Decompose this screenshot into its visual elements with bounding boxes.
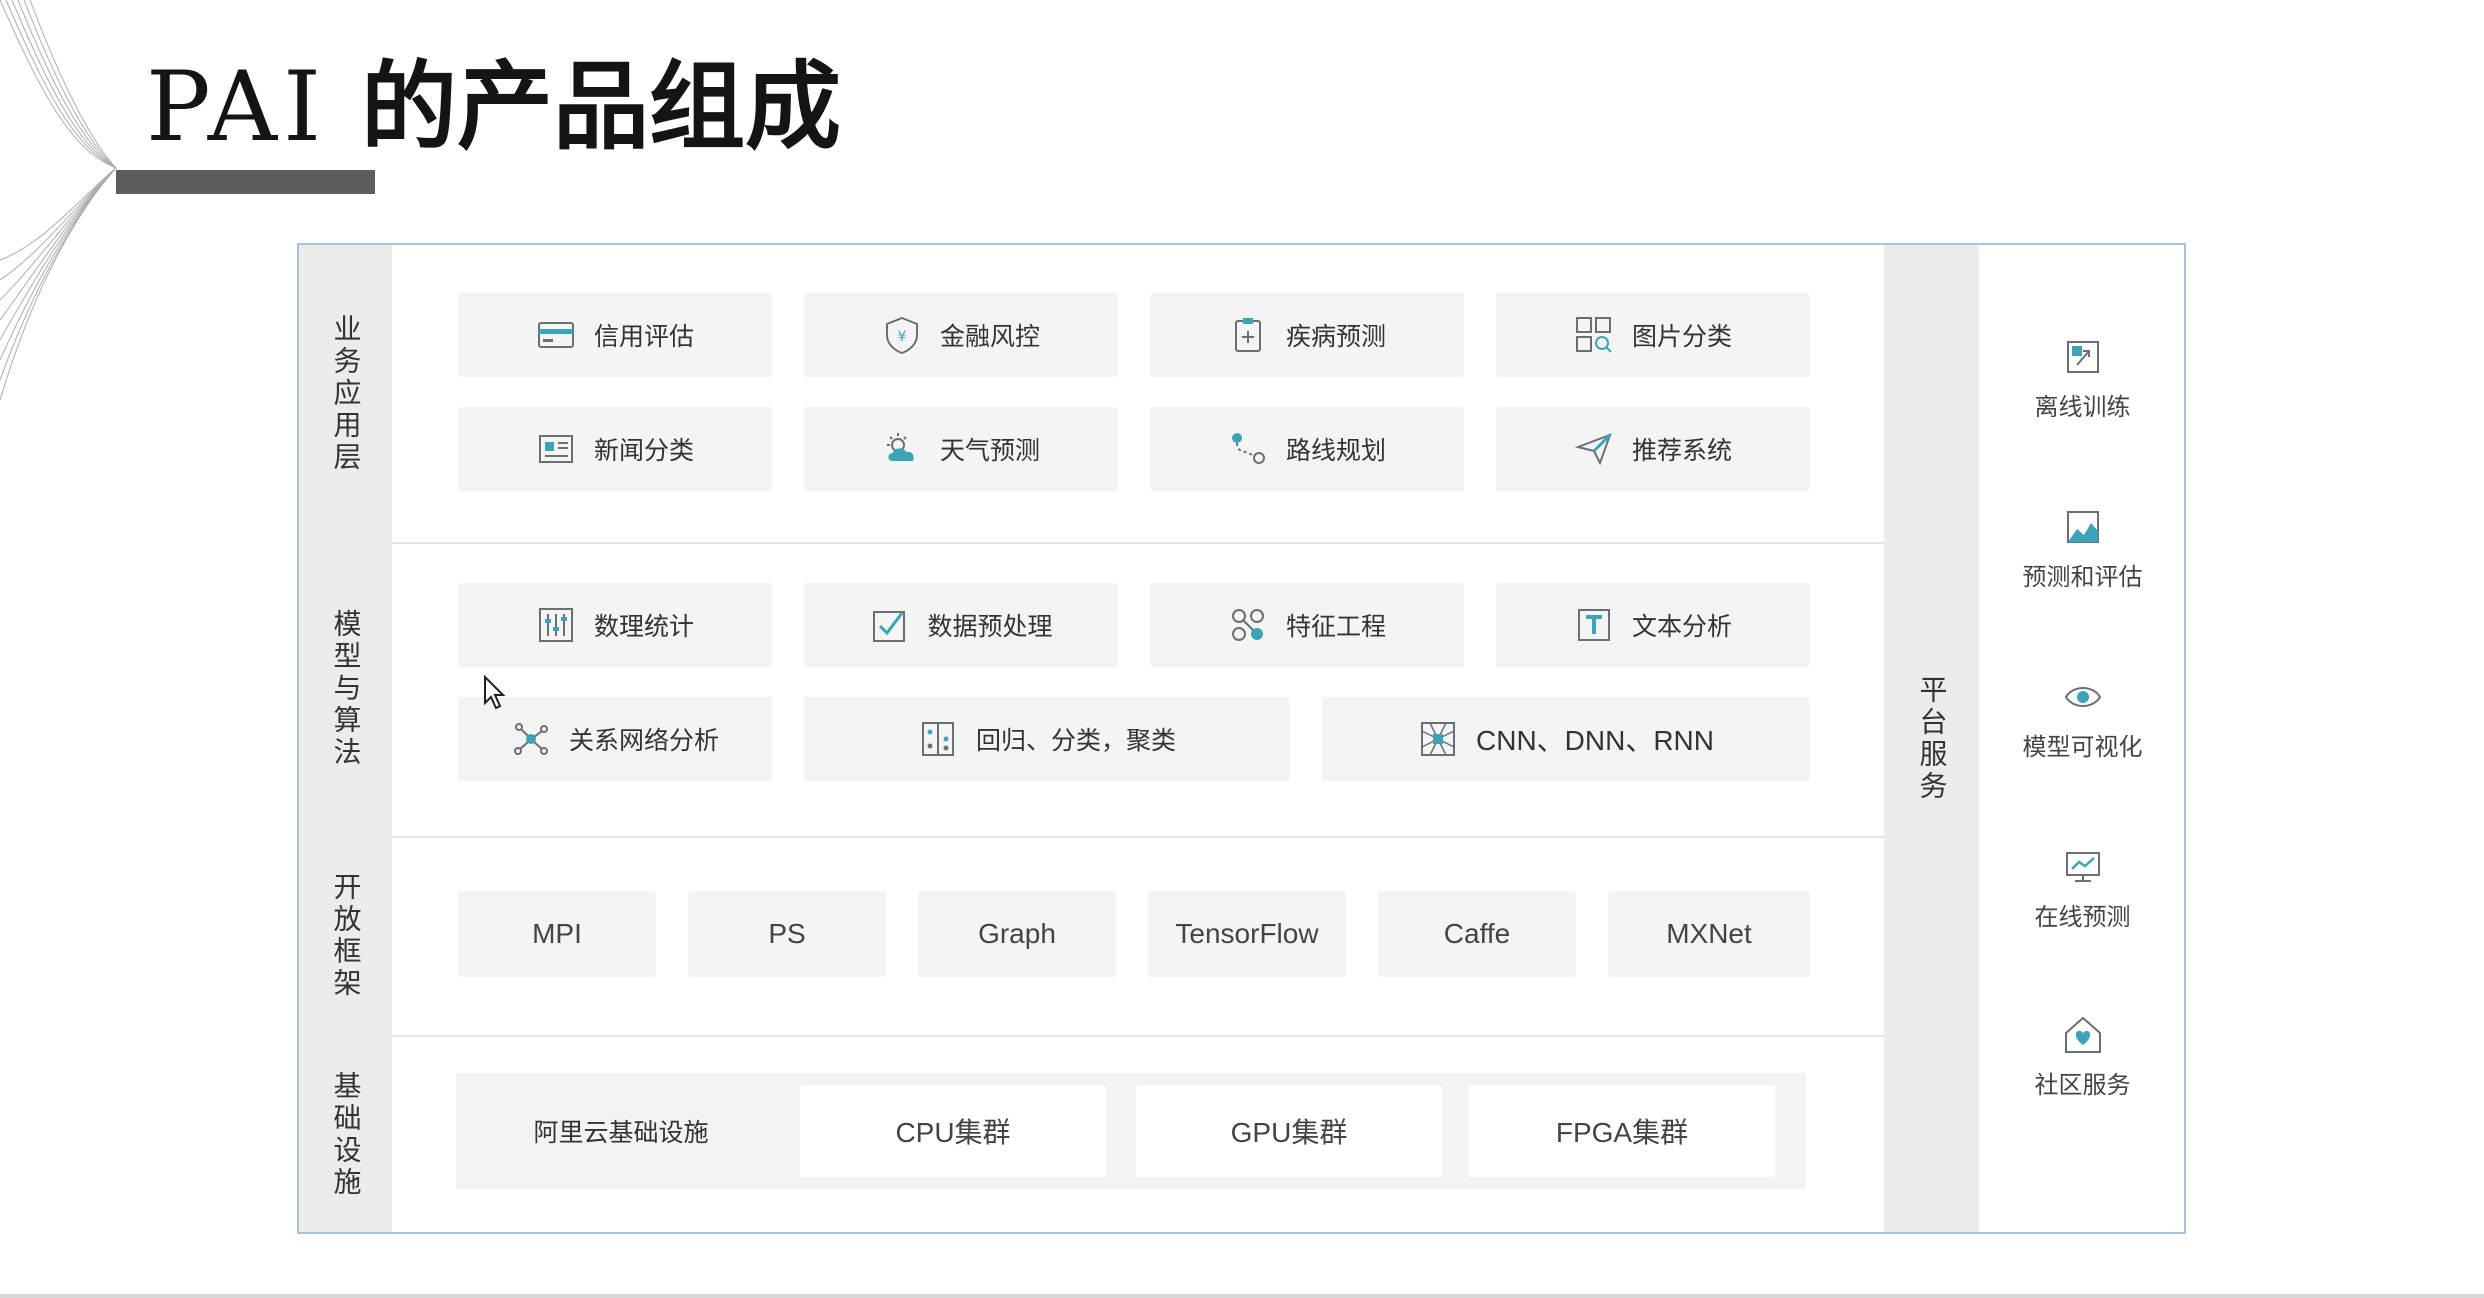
platform-service-label: 社区服务 [2034,1071,2131,1099]
shield-yen-icon: ¥ [885,316,918,355]
infra-tile-gpu[interactable]: GPU集群 [1136,1085,1442,1177]
app-tile-label: 天气预测 [939,436,1040,465]
platform-service-label: 模型可视化 [2022,733,2143,761]
slide-title: PAI 的产品组成 [146,52,841,162]
app-tile-label: 推荐系统 [1631,436,1732,465]
infra-tile-cpu[interactable]: CPU集群 [800,1085,1106,1177]
network-graph-icon [513,723,548,755]
platform-service-community[interactable]: 社区服务 [1979,1015,2186,1135]
framework-tile-mxnet[interactable]: MXNet [1608,891,1810,977]
slide-title-latin: PAI [146,51,328,163]
cluster-grid-icon [921,722,954,756]
framework-tile-mpi[interactable]: MPI [458,891,656,977]
layer-divider [392,836,1884,838]
algo-tile-preprocessing[interactable]: 数据预处理 [804,583,1118,667]
eye-icon [2064,687,2101,707]
algo-tile-label: 回归、分类，聚类 [975,726,1176,755]
app-tile-news[interactable]: 新闻分类 [458,407,772,491]
app-tile-label: 金融风控 [939,322,1040,351]
layer-label-platform: 平台服务 [1915,674,1949,803]
paper-plane-icon [1574,433,1612,466]
platform-service-label: 预测和评估 [2022,563,2143,591]
layer-divider [392,1035,1884,1037]
algo-tile-feature[interactable]: 特征工程 [1150,583,1464,667]
layer-label-model: 模型与算法 [329,609,363,769]
layer-label-framework: 开放框架 [329,871,363,1000]
app-tile-label: 图片分类 [1631,322,1732,351]
layer-label-business: 业务应用层 [329,313,363,474]
algo-tile-regression[interactable]: 回归、分类，聚类 [804,697,1290,781]
algo-tile-label: 特征工程 [1285,612,1386,641]
layer-label-infrastructure: 基础设施 [329,1070,363,1199]
app-tile-image-class[interactable]: 图片分类 [1496,293,1810,377]
check-doc-icon [873,611,906,642]
text-frame-icon [1577,609,1610,641]
app-tile-credit[interactable]: 信用评估 [458,293,772,377]
chart-evaluate-icon [2066,511,2099,543]
app-tile-label: 路线规划 [1285,436,1386,465]
algo-tile-label: 数理统计 [593,612,694,641]
platform-service-label: 在线预测 [2034,903,2131,931]
algo-tile-label: 关系网络分析 [568,726,719,755]
algo-tile-deep-learning[interactable]: CNN、DNN、RNN [1322,697,1810,781]
algo-tile-statistics[interactable]: 数理统计 [458,583,772,667]
app-tile-label: 信用评估 [593,322,694,351]
platform-service-online-prediction[interactable]: 在线预测 [1979,847,2186,967]
algo-tile-label: CNN、DNN、RNN [1476,725,1714,756]
infra-tile-fpga[interactable]: FPGA集群 [1469,1085,1775,1177]
slide-bottom-border [0,1294,2484,1298]
neural-net-icon [1421,722,1455,756]
monitor-chart-icon [2065,852,2100,882]
app-tile-recommend[interactable]: 推荐系统 [1496,407,1810,491]
platform-service-prediction-evaluation[interactable]: 预测和评估 [1979,507,2186,627]
platform-service-label: 离线训练 [2034,393,2131,421]
algo-tile-label: 数据预处理 [927,612,1053,641]
sliders-icon [538,608,573,642]
title-underline-bar [116,170,375,194]
algo-tile-label: 文本分析 [1631,612,1732,641]
app-tile-risk-control[interactable]: ¥ 金融风控 [804,293,1118,377]
framework-tile-ps[interactable]: PS [688,891,886,977]
platform-service-model-visualization[interactable]: 模型可视化 [1979,677,2186,797]
app-tile-weather[interactable]: 天气预测 [804,407,1118,491]
infra-tile-aliyun[interactable]: 阿里云基础设施 [468,1085,774,1177]
slide-title-cjk: 的产品组成 [361,51,842,163]
image-grid-search-icon [1575,317,1612,353]
route-pin-icon [1231,433,1265,464]
app-tile-disease[interactable]: 疾病预测 [1150,293,1464,377]
offline-training-icon [2066,341,2099,373]
framework-tile-graph[interactable]: Graph [918,891,1116,977]
feature-nodes-icon [1231,609,1264,641]
framework-tile-tensorflow[interactable]: TensorFlow [1148,891,1346,977]
app-tile-label: 新闻分类 [593,436,694,465]
algo-tile-text[interactable]: 文本分析 [1496,583,1810,667]
mouse-cursor-icon [484,675,506,710]
app-tile-route[interactable]: 路线规划 [1150,407,1464,491]
newspaper-icon [538,435,573,463]
platform-service-offline-training[interactable]: 离线训练 [1979,337,2186,457]
app-tile-label: 疾病预测 [1285,322,1386,351]
credit-card-icon [537,322,574,348]
medical-clipboard-icon [1234,318,1261,352]
framework-tile-caffe[interactable]: Caffe [1378,891,1576,977]
layer-divider [392,542,1884,544]
weather-cloud-sun-icon [886,433,914,461]
svg-text:¥: ¥ [898,329,907,345]
architecture-diagram: 业务应用层 模型与算法 开放框架 基础设施 平台服务 信用评估 ¥ 金融风控 疾… [297,243,2186,1234]
heart-house-icon [2064,1016,2101,1053]
